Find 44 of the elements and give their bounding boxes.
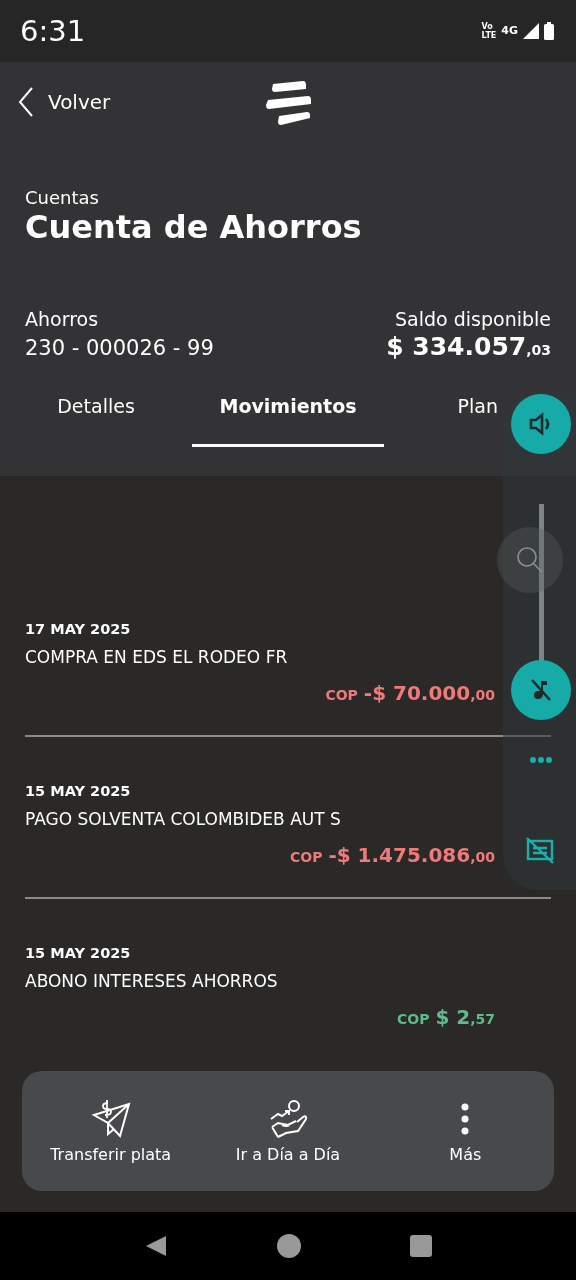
movement-description: COMPRA EN EDS EL RODEO FR	[25, 647, 289, 667]
movement-amount: -$ 1.475.086	[328, 843, 471, 867]
logo-icon	[265, 80, 313, 126]
movement-description: PAGO SOLVENTA COLOMBIDEB AUT S	[25, 809, 342, 829]
volte-indicator: Vo LTE	[481, 22, 497, 40]
hand-coin-icon	[268, 1098, 308, 1139]
chevron-left-icon	[18, 86, 34, 118]
search-icon	[515, 545, 545, 575]
signal-icon	[523, 23, 539, 39]
tab[interactable]: Movimientos	[192, 383, 384, 447]
movement-amount: -$ 70.000	[363, 681, 471, 705]
action-button[interactable]: Transferir plata	[25, 1098, 196, 1164]
captions-off-icon[interactable]	[525, 836, 555, 864]
movement-cents: ,57	[470, 1011, 495, 1027]
tab[interactable]: Plan	[384, 383, 500, 447]
balance-label: Saldo disponible	[394, 308, 551, 330]
balance-amount: $ 334.057	[386, 332, 527, 361]
movement-date: 17 MAY 2025	[25, 621, 132, 637]
paper-plane-icon	[90, 1098, 131, 1139]
movement-cents: ,00	[470, 849, 495, 865]
movement-date: 15 MAY 2025	[25, 945, 132, 961]
account-number: 230 - 000026 - 99	[25, 336, 214, 360]
recents-nav-icon[interactable]	[409, 1235, 432, 1257]
action-button[interactable]: Más	[380, 1098, 551, 1164]
account-title: Cuenta de Ahorros	[25, 208, 363, 246]
tab[interactable]: Detalles	[0, 383, 192, 447]
movement-date: 15 MAY 2025	[25, 783, 132, 799]
status-time: 6:31	[20, 14, 86, 48]
action-button[interactable]: Ir a Día a Día	[203, 1098, 373, 1164]
home-nav-icon[interactable]	[277, 1234, 301, 1258]
section-label: Cuentas	[25, 187, 100, 208]
account-type: Ahorros	[25, 308, 100, 330]
currency-label: COP	[396, 1011, 430, 1027]
balance-cents: ,03	[526, 342, 551, 358]
battery-icon	[544, 22, 554, 40]
back-nav-icon[interactable]	[144, 1234, 169, 1258]
back-button[interactable]: Volver	[0, 86, 111, 118]
more-icon[interactable]	[529, 756, 553, 764]
currency-label: COP	[289, 849, 323, 865]
movement-cents: ,00	[470, 687, 495, 703]
network-type: 4G	[501, 24, 518, 37]
currency-label: COP	[325, 687, 358, 703]
movement-amount: $ 2	[435, 1005, 471, 1029]
movement-description: ABONO INTERESES AHORROS	[25, 971, 279, 991]
